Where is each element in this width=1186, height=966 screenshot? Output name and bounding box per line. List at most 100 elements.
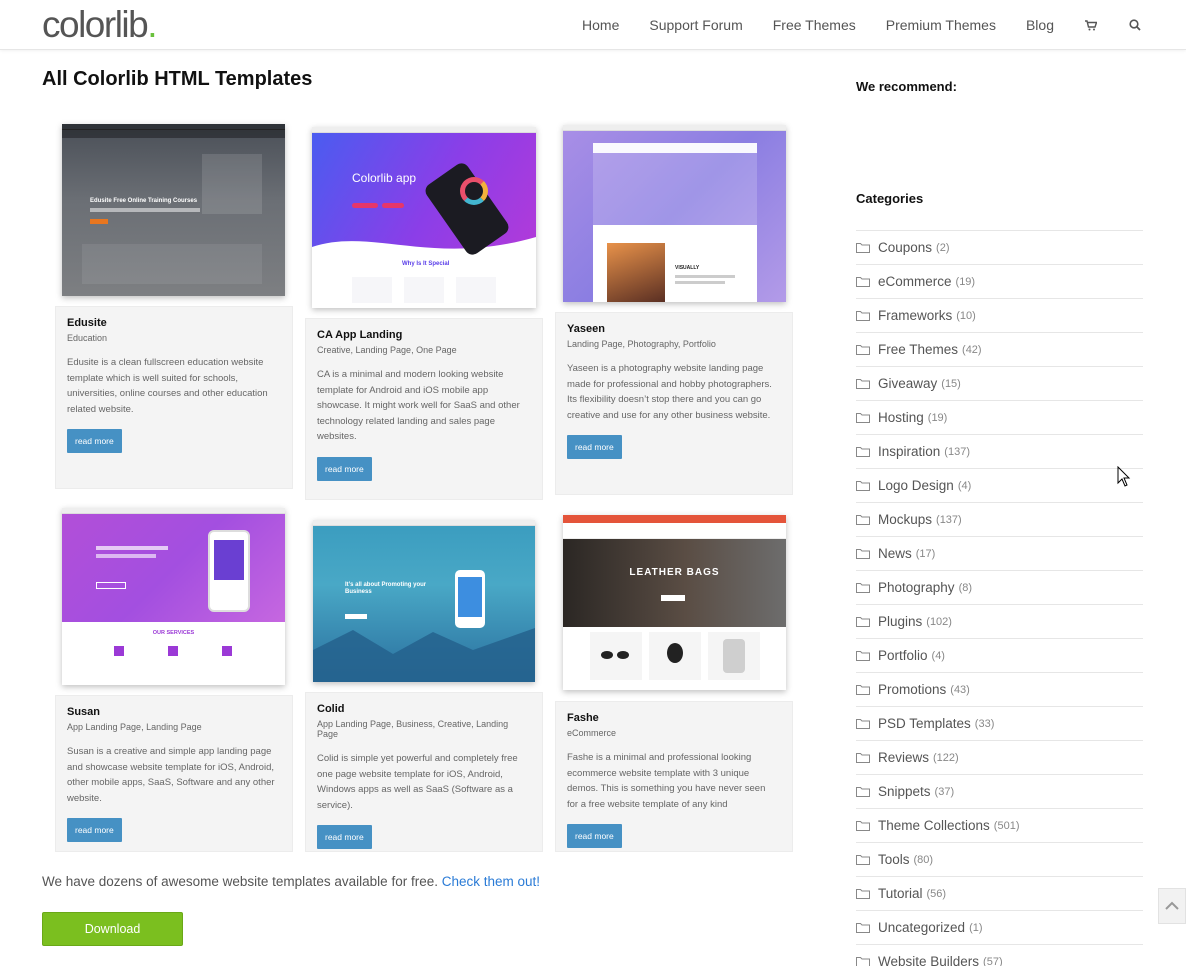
card-categories[interactable]: Landing Page, Photography, Portfolio [567,339,781,349]
category-item[interactable]: Portfolio (4) [856,638,1143,672]
category-item[interactable]: Photography (8) [856,570,1143,604]
category-item[interactable]: Snippets (37) [856,774,1143,808]
card-title[interactable]: Colid [317,703,531,715]
read-more-button[interactable]: read more [567,435,622,459]
card-categories[interactable]: Creative, Landing Page, One Page [317,345,531,355]
category-name[interactable]: Mockups [878,512,932,527]
category-name[interactable]: Uncategorized [878,920,965,935]
thumbnail-headline: VISUALLY [675,265,700,271]
category-count: (137) [936,513,962,526]
category-name[interactable]: Reviews [878,750,929,765]
category-name[interactable]: Snippets [878,784,931,799]
read-more-button[interactable]: read more [317,456,372,481]
category-name[interactable]: Promotions [878,682,946,697]
thumbnail-edusite[interactable]: Edusite Free Online Training Courses [62,124,285,296]
category-item[interactable]: Giveaway (15) [856,366,1143,400]
category-name[interactable]: News [878,546,912,561]
read-more-button[interactable]: read more [567,824,622,848]
category-name[interactable]: Website Builders [878,954,979,966]
category-name[interactable]: Inspiration [878,444,940,459]
card-title[interactable]: Fashe [567,712,781,724]
thumbnail-headline: OUR SERVICES [152,630,195,636]
category-count: (33) [974,717,995,730]
thumbnail-ca-app-landing[interactable]: Colorlib app Why Is It Special [312,127,536,308]
nav-home[interactable]: Home [582,17,619,33]
read-more-button[interactable]: read more [67,818,122,842]
category-item[interactable]: Tools (80) [856,842,1143,876]
folder-icon [856,413,870,423]
category-name[interactable]: PSD Templates [878,716,971,731]
check-them-out-link[interactable]: Check them out! [442,874,540,889]
nav-premium-themes[interactable]: Premium Themes [886,17,996,33]
category-item[interactable]: Reviews (122) [856,740,1143,774]
category-count: (42) [962,343,982,356]
read-more-button[interactable]: read more [67,429,122,453]
category-item[interactable]: Plugins (102) [856,604,1143,638]
category-item[interactable]: Inspiration (137) [856,434,1143,468]
category-name[interactable]: Tutorial [878,886,923,901]
category-item[interactable]: News (17) [856,536,1143,570]
folder-icon [856,243,870,253]
scroll-to-top-button[interactable] [1158,888,1186,924]
category-item[interactable]: Hosting (19) [856,400,1143,434]
cart-icon[interactable] [1084,18,1098,32]
folder-icon [856,651,870,661]
category-name[interactable]: Free Themes [878,342,958,357]
search-icon[interactable] [1128,18,1142,32]
category-item[interactable]: Uncategorized (1) [856,910,1143,944]
category-name[interactable]: Giveaway [878,376,937,391]
card-categories[interactable]: eCommerce [567,728,781,738]
thumbnail-colid[interactable]: It’s all about Promoting your Business [313,520,535,682]
site-header: colorlib. Home Support Forum Free Themes… [0,0,1186,50]
category-item[interactable]: Frameworks (10) [856,298,1143,332]
category-name[interactable]: Portfolio [878,648,928,663]
card-title[interactable]: Yaseen [567,323,781,335]
category-item[interactable]: Tutorial (56) [856,876,1143,910]
thumbnail-fashe[interactable]: LEATHER BAGS [563,515,786,690]
card-description: Susan is a creative and simple app landi… [67,746,275,804]
download-button[interactable]: Download [42,912,183,946]
card-title[interactable]: Susan [67,706,281,718]
category-name[interactable]: Tools [878,852,910,867]
nav-free-themes[interactable]: Free Themes [773,17,856,33]
thumbnail-susan[interactable]: OUR SERVICES [62,508,285,685]
template-card-fashe: Fashe eCommerce Fashe is a minimal and p… [555,701,793,852]
nav-support-forum[interactable]: Support Forum [649,17,742,33]
category-item[interactable]: Mockups (137) [856,502,1143,536]
category-item[interactable]: Website Builders (57) [856,944,1143,966]
category-count: (122) [933,751,959,764]
folder-icon [856,719,870,729]
category-name[interactable]: Plugins [878,614,922,629]
category-name[interactable]: Theme Collections [878,818,990,833]
thumbnail-headline: LEATHER BAGS [629,567,720,578]
card-title[interactable]: Edusite [67,317,281,329]
category-item[interactable]: Logo Design (4) [856,468,1143,502]
category-item[interactable]: eCommerce (19) [856,264,1143,298]
card-title[interactable]: CA App Landing [317,329,531,341]
thumbnail-yaseen[interactable]: VISUALLY [563,125,786,302]
colorlib-logo[interactable]: colorlib. [42,4,157,46]
category-name[interactable]: eCommerce [878,274,952,289]
category-name[interactable]: Frameworks [878,308,952,323]
category-item[interactable]: Coupons (2) [856,230,1143,264]
category-item[interactable]: PSD Templates (33) [856,706,1143,740]
category-name[interactable]: Photography [878,580,955,595]
category-name[interactable]: Hosting [878,410,924,425]
card-categories[interactable]: App Landing Page, Business, Creative, La… [317,719,531,739]
read-more-button[interactable]: read more [317,825,372,849]
folder-icon [856,753,870,763]
card-categories[interactable]: App Landing Page, Landing Page [67,722,281,732]
footer-message: We have dozens of awesome website templa… [42,874,541,889]
card-categories[interactable]: Education [67,333,281,343]
category-item[interactable]: Theme Collections (501) [856,808,1143,842]
category-name[interactable]: Coupons [878,240,932,255]
mouse-cursor-icon [1117,466,1131,487]
category-count: (1) [969,921,983,934]
category-item[interactable]: Free Themes (42) [856,332,1143,366]
nav-blog[interactable]: Blog [1026,17,1054,33]
thumbnail-headline: Colorlib app [352,171,417,185]
category-name[interactable]: Logo Design [878,478,954,493]
category-item[interactable]: Promotions (43) [856,672,1143,706]
recommend-heading: We recommend: [856,79,957,94]
category-count: (56) [926,887,947,900]
